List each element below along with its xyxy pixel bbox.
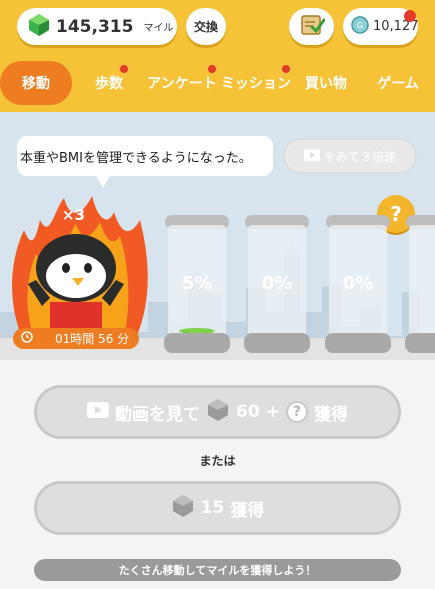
video-icon (87, 401, 110, 423)
map-check-icon (299, 13, 325, 41)
tab-label: ゲーム (377, 76, 419, 92)
jar-percent: 0% (342, 273, 374, 294)
tab-steps[interactable]: 歩数 (86, 61, 132, 105)
plus-sign: + (265, 402, 280, 422)
tab-survey[interactable]: アンケート (146, 61, 218, 105)
video-amount: 60 (236, 402, 260, 422)
map-button[interactable] (289, 8, 334, 45)
top-bar: 145,315 マイル 交換 G 10,127 移動 歩数 アンケート ミッショ… (0, 0, 435, 112)
speech-bubble-tail (95, 174, 111, 188)
exchange-button[interactable]: 交換 (186, 8, 226, 45)
tab-badge (120, 65, 128, 73)
speed-up-label: をみて３倍速 (323, 149, 396, 164)
cube-icon (206, 398, 230, 427)
tab-move[interactable]: 移動 (0, 61, 72, 105)
capsule-jar: 0% (323, 215, 393, 355)
miles-counter[interactable]: 145,315 マイル (17, 8, 177, 45)
tab-bar: 移動 歩数 アンケート ミッション 買い物 ゲーム (0, 61, 435, 105)
reward-earn-label: 獲得 (230, 500, 265, 521)
jar-percent: 0% (261, 273, 293, 294)
tab-shopping[interactable]: 買い物 (300, 61, 352, 105)
multiplier-badge: ×3 (62, 206, 86, 224)
movement-scene: 本重やBMIを管理できるようになった。 をみて３倍速 ? ×3 01時間 56 … (0, 112, 435, 360)
clock-icon (21, 331, 33, 346)
watch-video-reward-button[interactable]: 動画を見て 60 + ? 獲得 (34, 385, 401, 439)
claim-reward-button[interactable]: 15 獲得 (34, 481, 401, 535)
question-icon: ? (285, 401, 308, 423)
timer-value: 01時間 56 分 (55, 332, 130, 346)
video-icon (303, 148, 320, 164)
tab-label: 買い物 (305, 76, 347, 92)
jar-percent: 5% (181, 273, 213, 294)
notification-badge (404, 10, 416, 22)
capsule-jar: 0% (242, 215, 312, 355)
video-label: 動画を見て (115, 404, 201, 425)
coin-counter[interactable]: G 10,127 (343, 8, 419, 45)
tab-badge (282, 65, 290, 73)
coin-icon: G (351, 15, 369, 38)
tab-label: 歩数 (95, 76, 123, 92)
hint-banner: たくさん移動してマイルを獲得しよう！ (34, 559, 401, 581)
timer-badge: 01時間 56 分 (13, 328, 139, 349)
cube-icon (171, 494, 195, 523)
tab-game[interactable]: ゲーム (368, 61, 428, 105)
video-earn-label: 獲得 (313, 404, 348, 425)
or-separator: または (199, 454, 236, 468)
speech-bubble: 本重やBMIを管理できるようになった。 (17, 136, 273, 176)
capsule-jar (403, 215, 435, 355)
miles-unit: マイル (143, 23, 174, 34)
reward-panel: 動画を見て 60 + ? 獲得 または 15 獲得 たくさん移動してマイルを獲得… (0, 360, 435, 589)
tab-mission[interactable]: ミッション (220, 61, 292, 105)
reward-amount: 15 (200, 498, 225, 518)
tab-label: ミッション (221, 76, 291, 92)
tab-label: アンケート (147, 76, 217, 92)
svg-text:G: G (357, 21, 363, 30)
speed-up-button[interactable]: をみて３倍速 (283, 138, 417, 174)
gem-icon (29, 13, 49, 40)
tab-badge (208, 65, 216, 73)
capsule-jar: 5% (162, 215, 232, 355)
miles-value: 145,315 (56, 16, 134, 37)
tab-label: 移動 (22, 76, 50, 92)
